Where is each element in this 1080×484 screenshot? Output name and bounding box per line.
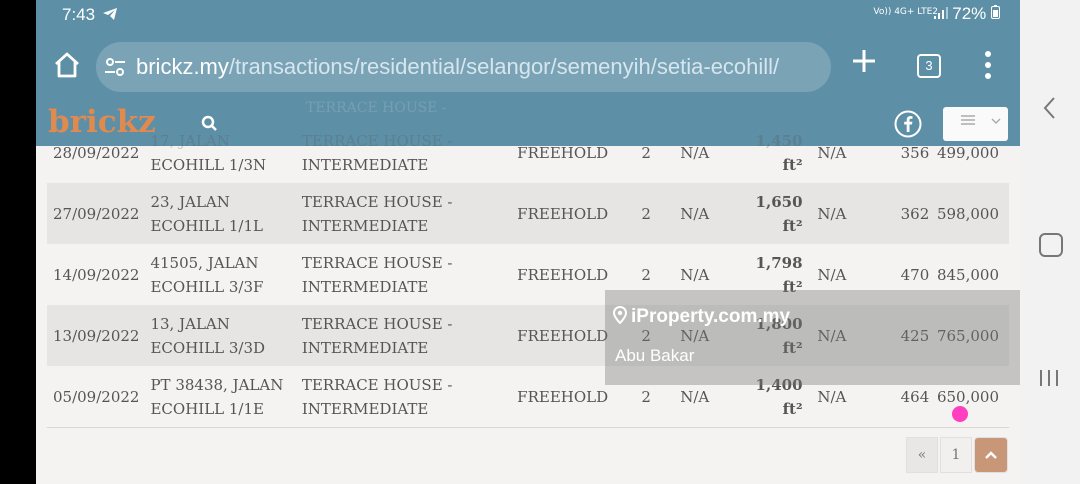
cell-price: 598,000 [929,183,1009,244]
tab-switcher-button[interactable]: 3 [917,54,941,78]
cell-area: 1,650 ft² [724,183,803,244]
cell-land: N/A [802,183,862,244]
address-line-2: ECOHILL 1/3N [150,155,267,174]
telegram-icon [102,6,118,25]
area-unit: ft² [782,216,803,235]
cell-type: TERRACE HOUSE - INTERMEDIATE [301,244,499,305]
scroll-top-button[interactable] [974,437,1008,473]
cell-rooms: 2 [626,183,666,244]
type-line-1: TERRACE HOUSE - [301,253,453,272]
watermark-overlay: iProperty.com.my Abu Bakar [605,290,1020,385]
back-icon [1043,97,1055,119]
address-line-1: PT 38438, JALAN [150,375,284,394]
cell-land: N/A [817,143,847,162]
table-row[interactable]: 27/09/2022 23, JALAN ECOHILL 1/1L TERRACE… [47,183,1009,244]
type-line-1: TERRACE HOUSE - [301,131,453,150]
status-time: 7:43 [62,5,96,24]
cell-tenure: FREEHOLD [517,143,609,162]
address-line-1: 13, JALAN [150,314,230,333]
nav-back-button[interactable] [1040,94,1058,122]
location-pin-icon [612,305,628,330]
cell-address: PT 38438, JALAN ECOHILL 1/1E [150,366,302,428]
cell-date: 28/09/2022 [53,143,140,162]
chevron-up-icon [985,451,997,459]
browser-menu-button[interactable] [978,48,998,82]
new-tab-button[interactable] [851,48,877,74]
battery-percent: 72% [952,4,987,23]
area-value: 1,450 [755,131,803,150]
address-line-1: 17, JALAN [150,131,230,150]
address-line-2: ECOHILL 3/3D [150,338,266,357]
home-button[interactable] [52,50,82,80]
area-value: 1,650 [755,192,803,211]
cell-psf: 356 [900,143,930,162]
cell-date: 05/09/2022 [47,366,151,428]
cell-address: 23, JALAN ECOHILL 1/1L [150,183,302,244]
cell-date: 13/09/2022 [47,305,151,366]
watermark-agent-name: Abu Bakar [615,346,695,365]
cell-tenure: FREEHOLD [498,183,627,244]
cell-type: TERRACE HOUSE - INTERMEDIATE [302,122,499,183]
browser-toolbar: brickz.my/transactions/residential/selan… [36,32,1020,102]
nav-home-button[interactable] [1039,233,1063,257]
more-vert-icon [985,51,991,79]
cell-price: 499,000 [936,143,999,162]
address-line-1: 41505, JALAN [150,253,259,272]
address-line-2: ECOHILL 1/1L [150,216,263,235]
type-line-1: TERRACE HOUSE - [301,375,453,394]
site-settings-icon[interactable] [104,56,126,78]
cell-rooms: 2 [641,143,651,162]
address-line-1: 23, JALAN [150,192,230,211]
cell-date: 14/09/2022 [47,244,151,305]
cell-type: TERRACE HOUSE - INTERMEDIATE [301,305,499,366]
signal-icon [933,4,953,23]
status-bar: 7:43 Vo)) 4G+ LTE2 72% [36,0,1020,32]
address-bar[interactable]: brickz.my/transactions/residential/selan… [96,42,831,92]
cell-type: TERRACE HOUSE - INTERMEDIATE [301,366,499,428]
home-icon [55,52,79,78]
type-line-1: TERRACE HOUSE - [301,314,453,333]
cell-psf: 362 [861,183,930,244]
battery-icon [991,4,1000,23]
url-text[interactable]: brickz.my/transactions/residential/selan… [136,54,779,80]
cell-address: 41505, JALAN ECOHILL 3/3F [150,244,302,305]
network-indicator: Vo)) 4G+ LTE2 [873,7,938,17]
cell-date: 27/09/2022 [47,183,151,244]
type-line-2: INTERMEDIATE [301,155,429,174]
address-line-2: ECOHILL 3/3F [150,277,264,296]
nav-recents-button[interactable] [1036,368,1062,388]
area-unit: ft² [782,399,803,418]
recents-icon [1040,370,1058,386]
address-line-2: ECOHILL 1/1E [150,399,264,418]
prev-page-button[interactable]: « [906,437,938,473]
type-line-2: INTERMEDIATE [301,338,429,357]
cell-address: 17, JALAN ECOHILL 1/3N [150,122,301,183]
type-line-2: INTERMEDIATE [301,399,429,418]
area-value: 1,798 [755,253,803,272]
url-host: brickz.my [136,54,229,79]
cell-address: 13, JALAN ECOHILL 3/3D [150,305,302,366]
page-1-button[interactable]: 1 [940,437,972,473]
touch-indicator-dot [952,406,968,422]
area-unit: ft² [782,155,803,174]
cell-type: TERRACE HOUSE - INTERMEDIATE [301,183,499,244]
battery-level: 72% [933,4,1000,24]
type-line-2: INTERMEDIATE [301,277,429,296]
type-line-1: TERRACE HOUSE - [301,192,453,211]
system-nav-bar [1020,0,1080,484]
browser-viewport: 7:43 Vo)) 4G+ LTE2 72% brickz.my/transac… [36,0,1020,484]
cell-unit: N/A [680,143,710,162]
cell-area: 1,450 ft² [724,122,803,183]
cell-unit: N/A [665,183,725,244]
table-row[interactable]: 28/09/2022 17, JALAN ECOHILL 1/3N TERRACE… [47,122,1009,183]
type-line-2: INTERMEDIATE [301,216,429,235]
watermark-brand: iProperty.com.my [612,305,791,330]
watermark-brand-text: iProperty.com.my [631,306,791,327]
url-path: /transactions/residential/selangor/semen… [228,54,780,79]
plus-icon [853,50,875,72]
